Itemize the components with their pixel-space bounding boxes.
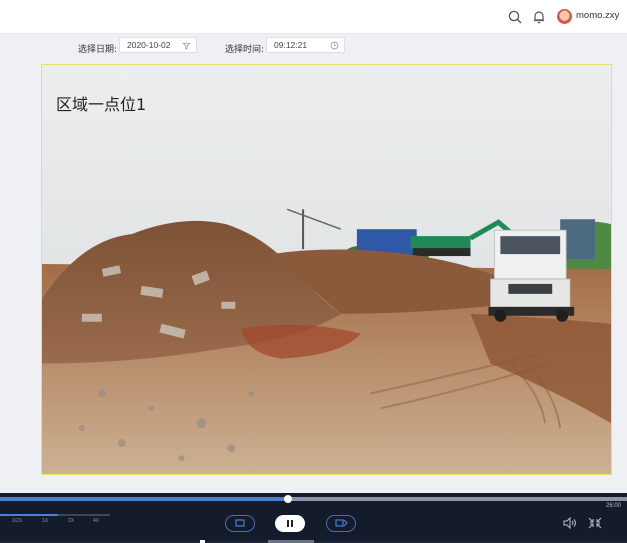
video-frame[interactable]: 区域一点位1 <box>41 64 612 475</box>
search-icon[interactable] <box>507 9 523 25</box>
speed-option[interactable]: 4X <box>93 518 99 524</box>
speed-scale[interactable]: 1/2X 1X 2X 4X <box>0 514 110 526</box>
progress-handle[interactable] <box>284 495 293 503</box>
next-frame-button[interactable] <box>326 515 356 532</box>
date-picker[interactable]: 2020-10-02 <box>119 37 197 53</box>
username[interactable]: momo.zxy <box>576 10 619 21</box>
video-title: 区域一点位1 <box>56 95 147 114</box>
next-frame-icon <box>335 519 348 527</box>
time-picker[interactable]: 09:12:21 <box>266 37 345 53</box>
video-image <box>42 65 611 474</box>
top-bar: momo.zxy <box>0 0 627 34</box>
speed-option[interactable]: 1/2X <box>12 518 22 524</box>
time-label: 选择时间: <box>225 45 265 55</box>
date-label: 选择日期: <box>78 45 118 55</box>
bell-icon[interactable] <box>531 9 547 25</box>
speed-option[interactable]: 2X <box>68 518 74 524</box>
filter-icon <box>182 41 191 50</box>
end-time: 26:00 <box>605 503 621 509</box>
prev-frame-icon <box>235 519 245 527</box>
progress-fill <box>0 497 289 501</box>
speed-option[interactable]: 1X <box>42 518 48 524</box>
pause-button[interactable] <box>275 515 305 532</box>
progress-bar[interactable] <box>0 495 627 503</box>
avatar[interactable] <box>557 9 572 24</box>
volume-icon[interactable] <box>562 516 578 530</box>
date-value: 2020-10-02 <box>127 40 171 50</box>
speed-line <box>0 514 110 516</box>
player-bar: 26:00 1/2X 1X 2X 4X <box>0 493 627 543</box>
time-value: 09:12:21 <box>274 40 308 50</box>
fullscreen-icon[interactable] <box>587 516 603 530</box>
pause-icon <box>287 520 293 527</box>
prev-frame-button[interactable] <box>225 515 255 532</box>
clock-icon <box>330 41 339 50</box>
speed-fill <box>0 514 58 516</box>
